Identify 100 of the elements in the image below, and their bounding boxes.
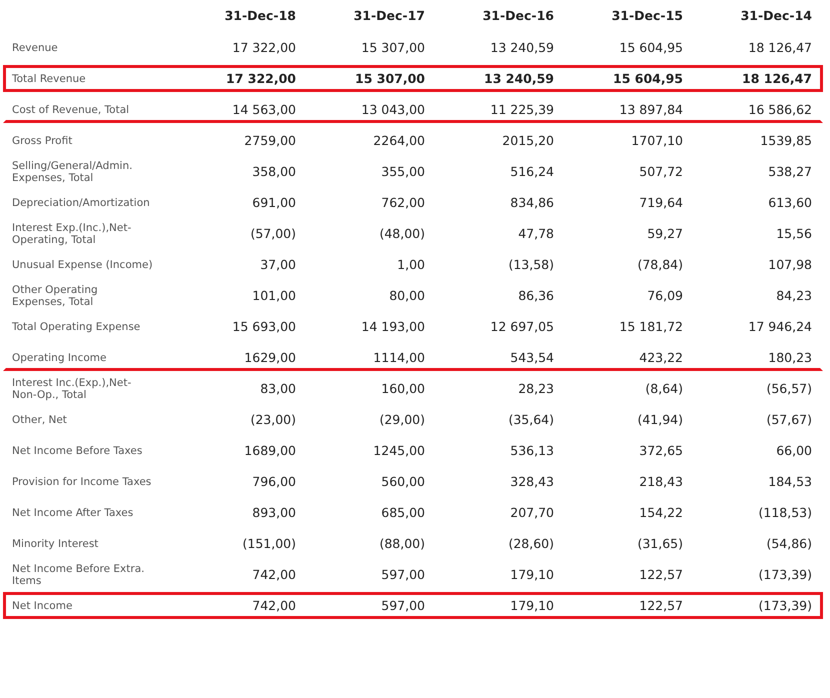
value-cell: 37,00	[260, 257, 296, 272]
row-label: Total Operating Expense	[12, 320, 142, 332]
row-label: Depreciation/Amortization	[12, 196, 151, 208]
value-cell: 59,27	[647, 226, 683, 241]
value-cell: (56,57)	[766, 381, 812, 396]
value-cell: 685,00	[381, 505, 425, 520]
row-label: Net Income Before Taxes	[12, 444, 144, 456]
row-label: Provision for Income Taxes	[12, 476, 152, 488]
value-cell: 207,70	[510, 505, 554, 520]
value-cell: 14 193,00	[361, 319, 425, 334]
value-cell: 17 322,00	[232, 40, 296, 55]
value-cell: 538,27	[768, 164, 812, 179]
value-cell: 543,54	[510, 350, 554, 365]
row-label: Minority Interest	[12, 538, 100, 550]
column-header: 31-Dec-18	[224, 8, 296, 22]
value-cell: 15 307,00	[355, 71, 425, 86]
value-cell: 893,00	[252, 505, 296, 520]
value-cell: 11 225,39	[490, 102, 554, 117]
value-cell: 13 240,59	[484, 71, 554, 86]
row-label: Other, Net	[12, 414, 68, 426]
value-cell: 13 240,59	[490, 40, 554, 55]
value-cell: 507,72	[639, 164, 683, 179]
row-label: Interest Inc.(Exp.),Net-Non-Op., Total	[12, 376, 132, 400]
value-cell: 2264,00	[373, 133, 425, 148]
row-label: Cost of Revenue, Total	[12, 104, 130, 116]
value-cell: 47,78	[518, 226, 554, 241]
value-cell: 218,43	[639, 474, 683, 489]
value-cell: 1707,10	[631, 133, 683, 148]
row-label: Net Income Before Extra. Items	[12, 562, 146, 586]
value-cell: (54,86)	[766, 536, 812, 551]
row-label: Other Operating Expenses, Total	[12, 284, 99, 308]
value-cell: 86,36	[518, 288, 554, 303]
value-cell: 18 126,47	[742, 71, 812, 86]
value-cell: (8,64)	[645, 381, 683, 396]
value-cell: 16 586,62	[748, 102, 812, 117]
value-cell: 355,00	[381, 164, 425, 179]
value-cell: 83,00	[260, 381, 296, 396]
value-cell: 834,86	[510, 195, 554, 210]
row-label: Revenue	[12, 42, 59, 54]
value-cell: 762,00	[381, 195, 425, 210]
value-cell: 160,00	[381, 381, 425, 396]
value-cell: (29,00)	[379, 412, 425, 427]
value-cell: 423,22	[639, 350, 683, 365]
column-header: 31-Dec-17	[354, 8, 425, 22]
value-cell: 84,23	[776, 288, 812, 303]
value-cell: 372,65	[639, 443, 683, 458]
value-cell: 14 563,00	[232, 102, 296, 117]
value-cell: 101,00	[252, 288, 296, 303]
value-cell: 15 604,95	[613, 71, 683, 86]
value-cell: (57,00)	[250, 226, 296, 241]
value-cell: (173,39)	[758, 567, 812, 582]
value-cell: 1245,00	[373, 443, 425, 458]
value-cell: 12 697,05	[490, 319, 554, 334]
value-cell: 328,43	[510, 474, 554, 489]
row-label: Net Income	[12, 600, 74, 612]
value-cell: 2759,00	[244, 133, 296, 148]
value-cell: 179,10	[510, 598, 554, 613]
row-label: Net Income After Taxes	[12, 506, 134, 518]
row-label: Interest Exp.(Inc.),Net-Operating, Total	[12, 222, 132, 246]
column-header: 31-Dec-14	[740, 8, 812, 22]
value-cell: 516,24	[510, 164, 554, 179]
value-cell: 15 307,00	[361, 40, 425, 55]
value-cell: 719,64	[639, 195, 683, 210]
value-cell: 107,98	[768, 257, 812, 272]
value-cell: 154,22	[639, 505, 683, 520]
value-cell: 17 322,00	[226, 71, 296, 86]
value-cell: (118,53)	[758, 505, 812, 520]
value-cell: 15 181,72	[619, 319, 683, 334]
value-cell: (48,00)	[379, 226, 425, 241]
value-cell: 13 043,00	[361, 102, 425, 117]
value-cell: 15,56	[776, 226, 812, 241]
value-cell: 742,00	[252, 598, 296, 613]
value-cell: 15 693,00	[232, 319, 296, 334]
value-cell: 80,00	[389, 288, 425, 303]
value-cell: (35,64)	[508, 412, 554, 427]
value-cell: (13,58)	[508, 257, 554, 272]
value-cell: (151,00)	[242, 536, 296, 551]
value-cell: 691,00	[252, 195, 296, 210]
value-cell: 1629,00	[244, 350, 296, 365]
value-cell: 1689,00	[244, 443, 296, 458]
value-cell: 597,00	[381, 567, 425, 582]
value-cell: 1114,00	[373, 350, 425, 365]
value-cell: 18 126,47	[748, 40, 812, 55]
row-label: Operating Income	[12, 352, 108, 364]
value-cell: 17 946,24	[748, 319, 812, 334]
value-cell: 536,13	[510, 443, 554, 458]
row-label: Selling/General/Admin. Expenses, Total	[12, 160, 134, 184]
value-cell: 28,23	[518, 381, 554, 396]
column-header: 31-Dec-15	[612, 8, 683, 22]
value-cell: 1539,85	[760, 133, 812, 148]
value-cell: 122,57	[639, 567, 683, 582]
row-label: Unusual Expense (Income)	[12, 258, 154, 270]
value-cell: 179,10	[510, 567, 554, 582]
value-cell: 184,53	[768, 474, 812, 489]
value-cell: (41,94)	[637, 412, 683, 427]
value-cell: 15 604,95	[619, 40, 683, 55]
value-cell: 358,00	[252, 164, 296, 179]
value-cell: 1,00	[397, 257, 425, 272]
row-label: Total Revenue	[12, 72, 87, 84]
column-header: 31-Dec-16	[482, 8, 554, 22]
